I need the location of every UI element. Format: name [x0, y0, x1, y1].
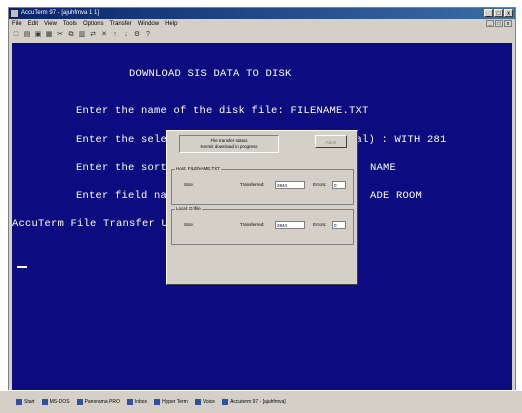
new-icon[interactable]: □: [12, 31, 20, 39]
upload-icon[interactable]: ↑: [111, 31, 119, 39]
save-icon[interactable]: ▣: [34, 31, 42, 39]
maximize-button[interactable]: □: [494, 9, 503, 17]
window-controls: _ □ x: [484, 9, 513, 17]
taskbar-item-label: Hyper Term: [162, 399, 188, 405]
print-icon[interactable]: ▦: [45, 31, 53, 39]
taskbar-item-hyperterm[interactable]: Hyper Term: [152, 397, 190, 407]
taskbar-item-inbox[interactable]: Inbox: [125, 397, 149, 407]
download-icon[interactable]: ↓: [122, 31, 130, 39]
menu-options[interactable]: Options: [83, 19, 104, 29]
taskbar-item-panorama[interactable]: Panorama PRO: [75, 397, 122, 407]
host-file-group: Host: FILENAME.TXT Size: Transferred: 28…: [171, 166, 354, 205]
local-group-title: Local: D:\file: [175, 206, 202, 211]
msdos-icon: [41, 399, 48, 405]
panorama-icon: [76, 399, 83, 405]
hyperterm-icon: [154, 399, 161, 405]
close-button[interactable]: x: [504, 9, 513, 17]
local-size-label: Size:: [184, 222, 195, 227]
menu-help[interactable]: Help: [165, 19, 177, 29]
window-title: AccuTerm 97 - [ajuhfmva 1 1]: [21, 10, 100, 16]
taskbar-item-label: Voice: [202, 399, 216, 405]
terminal-line-sort-end: NAME: [370, 162, 397, 174]
inbox-icon: [126, 399, 133, 405]
transfer-status-box: File transfer status Kermit download in …: [179, 135, 279, 153]
app-icon: [11, 10, 18, 17]
host-errors-label: Errors:: [313, 182, 327, 187]
file-transfer-dialog: File transfer status Kermit download in …: [166, 130, 358, 285]
terminal-line-accuterm: AccuTerm File Transfer Util: [12, 218, 188, 230]
title-bar[interactable]: AccuTerm 97 - [ajuhfmva 1 1] _ □ x: [9, 8, 515, 19]
open-icon[interactable]: ▤: [23, 31, 31, 39]
minimize-button[interactable]: _: [484, 9, 493, 17]
copy-icon[interactable]: ⧉: [67, 31, 75, 39]
settings-icon[interactable]: ⚙: [133, 31, 141, 39]
local-transferred-label: Transferred:: [240, 222, 265, 227]
help-icon[interactable]: ?: [144, 31, 152, 39]
menu-tools[interactable]: Tools: [63, 19, 77, 29]
host-errors-field: 0: [332, 181, 346, 189]
host-size-label: Size:: [184, 182, 195, 187]
menu-edit[interactable]: Edit: [28, 19, 38, 29]
doc-restore-button[interactable]: □: [495, 20, 503, 27]
menu-transfer[interactable]: Transfer: [110, 19, 132, 29]
terminal-cursor: [17, 266, 27, 268]
local-file-group: Local: D:\file Size: Transferred: 2844 E…: [171, 206, 354, 245]
toolbar: □ ▤ ▣ ▦ ✂ ⧉ ▥ ⇄ ✕ ↑ ↓ ⚙ ?: [9, 29, 515, 41]
local-errors-field: 0: [332, 221, 346, 229]
doc-close-button[interactable]: x: [504, 20, 512, 27]
taskbar-item-voice[interactable]: Voice: [193, 397, 217, 407]
host-transferred-label: Transferred:: [240, 182, 265, 187]
taskbar-item-label: Accuterm 97 - [ajuhfmva]: [230, 399, 286, 405]
start-icon: [16, 399, 22, 405]
menu-bar: File Edit View Tools Options Transfer Wi…: [9, 19, 515, 29]
taskbar-item-label: Start: [24, 399, 35, 405]
terminal-heading: DOWNLOAD SIS DATA TO DISK: [129, 68, 292, 80]
local-errors-label: Errors:: [313, 222, 327, 227]
terminal-line-file: Enter the name of the disk file: FILENAM…: [76, 105, 369, 117]
abort-button[interactable]: Abort: [315, 135, 347, 148]
local-transferred-field: 2844: [275, 221, 305, 229]
host-transferred-field: 2844: [275, 181, 305, 189]
voice-icon: [194, 399, 201, 405]
host-group-title: Host: FILENAME.TXT: [175, 166, 222, 171]
accuterm-icon: [222, 399, 229, 405]
taskbar-item-accuterm[interactable]: Accuterm 97 - [ajuhfmva]: [220, 397, 288, 407]
cut-icon[interactable]: ✂: [56, 31, 64, 39]
taskbar-item-label: Panorama PRO: [84, 399, 120, 405]
taskbar: Start MS-DOS Panorama PRO Inbox Hyper Te…: [0, 390, 522, 413]
taskbar-item-msdos[interactable]: MS-DOS: [40, 397, 72, 407]
disconnect-icon[interactable]: ✕: [100, 31, 108, 39]
taskbar-item-label: MS-DOS: [49, 399, 70, 405]
taskbar-start-button[interactable]: Start: [14, 397, 37, 407]
menu-file[interactable]: File: [12, 19, 22, 29]
menu-window[interactable]: Window: [138, 19, 159, 29]
terminal-line-fields-end: ADE ROOM: [370, 190, 423, 202]
menu-view[interactable]: View: [44, 19, 57, 29]
document-controls: _ □ x: [486, 20, 512, 27]
status-line-2: Kermit download in progress: [200, 144, 258, 149]
paste-icon[interactable]: ▥: [78, 31, 86, 39]
taskbar-item-label: Inbox: [134, 399, 148, 405]
doc-minimize-button[interactable]: _: [486, 20, 494, 27]
connect-icon[interactable]: ⇄: [89, 31, 97, 39]
